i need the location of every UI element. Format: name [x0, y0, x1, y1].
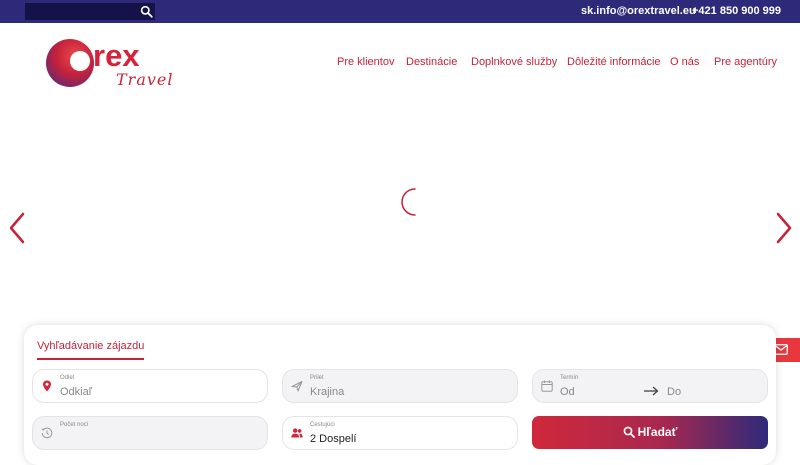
nav-item-pre-agentury[interactable]: Pre agentúry: [714, 56, 777, 68]
travelers-value: 2 Dospelí: [310, 433, 357, 445]
travelers-field[interactable]: Cestujúci 2 Dospelí: [282, 416, 518, 450]
orex-travel-logo[interactable]: rex Travel: [46, 37, 172, 93]
logo-brand-main: rex: [93, 38, 140, 73]
top-search-box[interactable]: [25, 3, 155, 20]
calendar-icon: [541, 380, 553, 392]
nav-item-o-nas[interactable]: O nás: [670, 56, 699, 68]
search-icon: [623, 426, 635, 438]
contact-email-link[interactable]: sk.info@orextravel.eu: [581, 5, 696, 17]
logo-brand-sub: Travel: [116, 70, 174, 89]
nav-item-destinacie[interactable]: Destinácie: [406, 56, 457, 68]
departure-label: Odlet: [60, 375, 75, 381]
arrow-right-small-icon: [644, 386, 659, 396]
tab-tour-search[interactable]: Vyhľadávanie zájazdu: [37, 340, 145, 360]
search-submit-button[interactable]: Hľadať: [532, 416, 768, 449]
nav-item-pre-klientov[interactable]: Pre klientov: [337, 56, 394, 68]
date-to-placeholder: Do: [667, 386, 682, 398]
contact-phone-link[interactable]: +421 850 900 999: [692, 5, 781, 17]
users-icon: [291, 428, 303, 438]
destination-field[interactable]: Prilet Krajina: [282, 369, 518, 403]
logo-globe-inner: [70, 51, 90, 71]
date-range-field[interactable]: Termín Od Do: [532, 369, 768, 403]
arrow-right-icon[interactable]: [773, 212, 793, 244]
destination-label: Prilet: [310, 375, 324, 381]
nights-field[interactable]: Počet nocí: [32, 416, 268, 450]
mail-icon: [774, 344, 788, 355]
plane-icon: [291, 381, 303, 392]
location-pin-icon: [43, 380, 51, 392]
search-icon[interactable]: [140, 5, 153, 18]
nights-label: Počet nocí: [60, 422, 89, 428]
clock-history-icon: [41, 427, 53, 439]
loading-spinner-icon: [401, 188, 416, 216]
arrow-left-icon[interactable]: [8, 212, 28, 244]
search-submit-label: Hľadať: [637, 425, 678, 439]
top-bar: sk.info@orextravel.eu +421 850 900 999: [0, 0, 800, 23]
date-range-label: Termín: [560, 375, 579, 381]
site-header: rex Travel Pre klientov Destinácie Dopln…: [0, 23, 800, 104]
top-search-input[interactable]: [25, 3, 137, 20]
travelers-label: Cestujúci: [310, 422, 335, 428]
tour-search-panel: Vyhľadávanie zájazdu Odlet Odkiaľ Prilet…: [24, 325, 776, 465]
departure-placeholder: Odkiaľ: [60, 386, 92, 398]
date-from-placeholder: Od: [560, 386, 575, 398]
nav-item-dolezite-informacie[interactable]: Dôležité informácie: [567, 56, 661, 68]
nav-item-doplnkove-sluzby[interactable]: Doplnkové služby: [471, 56, 557, 68]
destination-placeholder: Krajina: [310, 386, 345, 398]
departure-field[interactable]: Odlet Odkiaľ: [32, 369, 268, 403]
